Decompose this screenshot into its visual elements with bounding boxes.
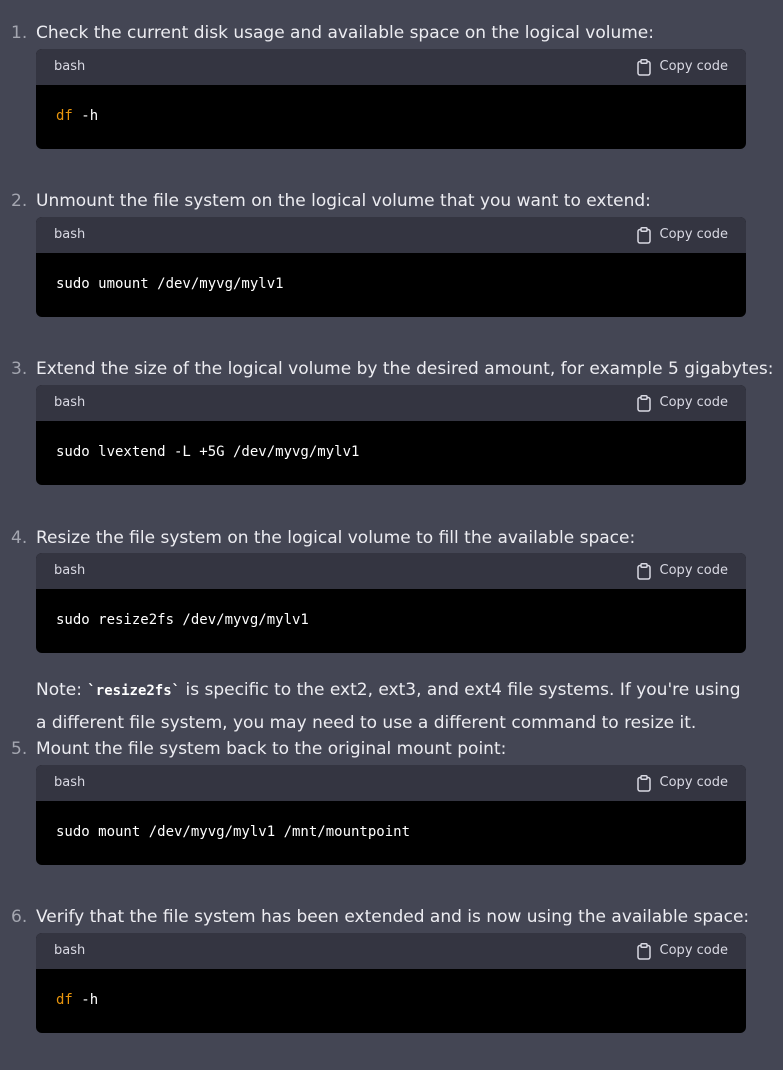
copy-code-button[interactable]: Copy code [636, 226, 728, 244]
step-number: 5. [11, 739, 28, 759]
code-args: -h [72, 992, 99, 1008]
copy-code-label: Copy code [659, 775, 728, 790]
clipboard-icon [636, 942, 652, 960]
code-language-label: bash [54, 563, 86, 578]
clipboard-icon [636, 394, 652, 412]
step-number: 6. [11, 907, 28, 927]
code-block-5: bash Copy code sudo mount /dev/myvg/mylv… [36, 765, 746, 865]
code-header: bash Copy code [36, 385, 746, 421]
code-language-label: bash [54, 943, 86, 958]
step-text: Mount the file system back to the origin… [36, 739, 507, 759]
code-header: bash Copy code [36, 933, 746, 969]
code-block-6: bash Copy code df -h [36, 933, 746, 1033]
copy-code-label: Copy code [659, 943, 728, 958]
copy-code-button[interactable]: Copy code [636, 394, 728, 412]
note-prefix: Note: [36, 680, 88, 700]
clipboard-icon [636, 562, 652, 580]
code-content: sudo resize2fs /dev/myvg/mylv1 [56, 612, 309, 628]
step-text: Verify that the file system has been ext… [36, 907, 750, 927]
code-command: df [56, 992, 73, 1008]
code-block-1: bash Copy code df -h [36, 49, 746, 149]
note-paragraph: Note: `resize2fs` is specific to the ext… [36, 674, 756, 739]
code-content: sudo umount /dev/myvg/mylv1 [56, 276, 284, 292]
code-command: df [56, 108, 73, 124]
clipboard-icon [636, 58, 652, 76]
step-text: Unmount the file system on the logical v… [36, 191, 651, 211]
step-text: Check the current disk usage and availab… [36, 23, 654, 43]
code-block-4: bash Copy code sudo resize2fs /dev/myvg/… [36, 553, 746, 653]
copy-code-label: Copy code [659, 59, 728, 74]
code-header: bash Copy code [36, 217, 746, 253]
step-number: 2. [11, 191, 28, 211]
code-language-label: bash [54, 59, 86, 74]
code-header: bash Copy code [36, 553, 746, 589]
copy-code-button[interactable]: Copy code [636, 562, 728, 580]
code-content: df -h [56, 107, 98, 125]
code-content: df -h [56, 991, 98, 1009]
step-number: 4. [11, 528, 28, 548]
copy-code-button[interactable]: Copy code [636, 942, 728, 960]
copy-code-button[interactable]: Copy code [636, 58, 728, 76]
code-header: bash Copy code [36, 49, 746, 85]
code-args: -h [72, 108, 99, 124]
copy-code-label: Copy code [659, 395, 728, 410]
step-number: 3. [11, 359, 28, 379]
code-content: sudo mount /dev/myvg/mylv1 /mnt/mountpoi… [56, 824, 411, 840]
step-text: Resize the file system on the logical vo… [36, 528, 636, 548]
code-language-label: bash [54, 395, 86, 410]
copy-code-button[interactable]: Copy code [636, 774, 728, 792]
step-text: Extend the size of the logical volume by… [36, 359, 774, 379]
clipboard-icon [636, 774, 652, 792]
code-content: sudo lvextend -L +5G /dev/myvg/mylv1 [56, 444, 360, 460]
code-block-3: bash Copy code sudo lvextend -L +5G /dev… [36, 385, 746, 485]
code-language-label: bash [54, 775, 86, 790]
inline-code: `resize2fs` [87, 683, 181, 699]
code-language-label: bash [54, 227, 86, 242]
copy-code-label: Copy code [659, 563, 728, 578]
code-block-2: bash Copy code sudo umount /dev/myvg/myl… [36, 217, 746, 317]
step-number: 1. [11, 23, 28, 43]
code-header: bash Copy code [36, 765, 746, 801]
copy-code-label: Copy code [659, 227, 728, 242]
clipboard-icon [636, 226, 652, 244]
